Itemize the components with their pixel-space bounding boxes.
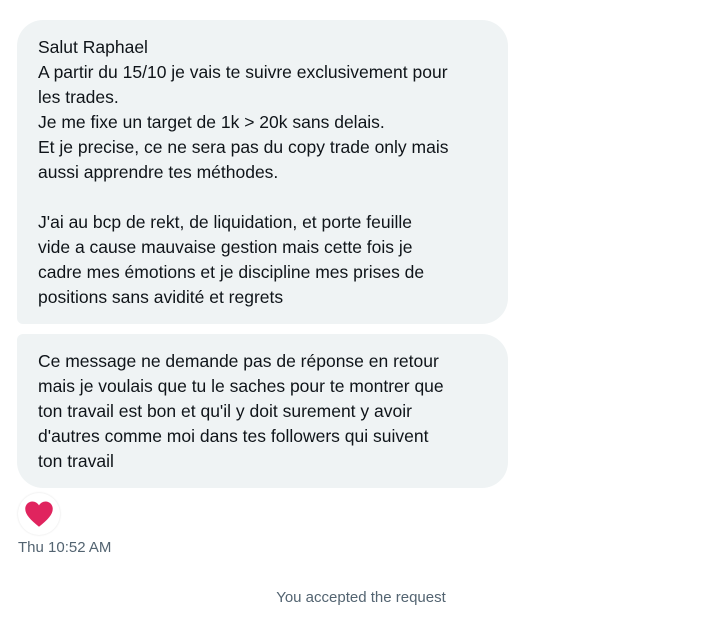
message-line [38, 185, 488, 210]
message-line: Ce message ne demande pas de réponse en … [38, 351, 439, 371]
message-line: les trades. [38, 87, 119, 107]
message-line: Et je precise, ce ne sera pas du copy tr… [38, 137, 449, 157]
message-timestamp: Thu 10:52 AM [18, 539, 112, 556]
message-line: d'autres comme moi dans tes followers qu… [38, 426, 429, 446]
message-line: positions sans avidité et regrets [38, 287, 284, 307]
message-bubble[interactable]: Salut Raphael A partir du 15/10 je vais … [17, 20, 508, 324]
message-line: J'ai au bcp de rekt, de liquidation, et … [38, 212, 412, 232]
reaction-button[interactable] [18, 493, 60, 535]
message-bubble[interactable]: Ce message ne demande pas de réponse en … [17, 334, 508, 488]
message-line: ton travail [38, 451, 114, 471]
message-line: Salut Raphael [38, 37, 148, 57]
message-line: Je me fixe un target de 1k > 20k sans de… [38, 112, 385, 132]
message-line: A partir du 15/10 je vais te suivre excl… [38, 62, 448, 82]
message-line: aussi apprendre tes méthodes. [38, 162, 279, 182]
message-line: cadre mes émotions et je discipline mes … [38, 262, 425, 282]
message-line: mais je voulais que tu le saches pour te… [38, 376, 444, 396]
message-line: ton travail est bon et qu'il y doit sure… [38, 401, 412, 421]
request-accepted-notice: You accepted the request [276, 589, 446, 606]
heart-icon [25, 501, 53, 527]
message-line: vide a cause mauvaise gestion mais cette… [38, 237, 413, 257]
